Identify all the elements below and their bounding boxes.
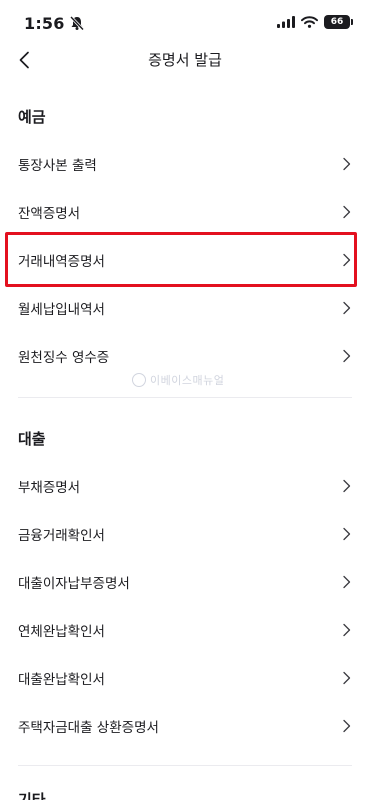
menu-item-balance-certificate[interactable]: 잔액증명서: [0, 188, 370, 236]
status-time: 1:56: [24, 14, 65, 33]
nav-bar: 증명서 발급: [0, 38, 370, 82]
menu-item-label: 대출이자납부증명서: [18, 576, 130, 592]
menu-item-label: 월세납입내역서: [18, 302, 105, 318]
menu-item-label: 통장사본 출력: [18, 158, 97, 174]
menu-item-debt-certificate[interactable]: 부채증명서: [0, 462, 370, 510]
menu-item-financial-confirmation[interactable]: 금융거래확인서: [0, 510, 370, 558]
watermark-text: 이베이스매뉴얼: [150, 374, 225, 387]
status-icons: 66: [277, 15, 353, 29]
menu-item-label: 잔액증명서: [18, 206, 81, 222]
menu-item-label: 대출완납확인서: [18, 672, 105, 688]
chevron-right-icon: [343, 349, 351, 363]
menu-item-label: 주택자금대출 상환증명서: [18, 720, 159, 736]
section-header-deposit: 예금: [18, 108, 46, 126]
section-header-loan: 대출: [18, 430, 46, 448]
section-divider: [18, 397, 352, 398]
section-header-other: 기타: [18, 791, 46, 800]
signal-icon: [277, 16, 295, 28]
section-divider: [18, 765, 352, 766]
chevron-right-icon: [343, 671, 351, 685]
chevron-right-icon: [343, 527, 351, 541]
menu-item-housing-loan-repayment[interactable]: 주택자금대출 상환증명서: [0, 702, 370, 750]
watermark-logo: [132, 373, 146, 387]
menu-item-bankbook-copy[interactable]: 통장사본 출력: [0, 140, 370, 188]
menu-item-label: 연체완납확인서: [18, 624, 105, 640]
menu-item-rent-payment[interactable]: 월세납입내역서: [0, 284, 370, 332]
menu-item-overdue-settlement[interactable]: 연체완납확인서: [0, 606, 370, 654]
menu-item-loan-settlement[interactable]: 대출완납확인서: [0, 654, 370, 702]
highlight-box: [5, 232, 357, 287]
chevron-right-icon: [343, 205, 351, 219]
chevron-right-icon: [343, 575, 351, 589]
menu-item-label: 금융거래확인서: [18, 528, 105, 544]
watermark: 이베이스매뉴얼: [132, 372, 224, 388]
battery-icon: 66: [324, 15, 353, 29]
wifi-icon: [301, 16, 318, 28]
menu-item-label: 부채증명서: [18, 480, 81, 496]
chevron-right-icon: [343, 479, 351, 493]
bell-slash-icon: [69, 15, 85, 31]
menu-item-interest-payment[interactable]: 대출이자납부증명서: [0, 558, 370, 606]
chevron-right-icon: [343, 623, 351, 637]
page-title: 증명서 발급: [148, 51, 222, 69]
chevron-right-icon: [343, 157, 351, 171]
chevron-right-icon: [343, 719, 351, 733]
menu-item-label: 원천징수 영수증: [18, 350, 110, 366]
chevron-right-icon: [343, 301, 351, 315]
battery-level: 66: [330, 17, 344, 27]
